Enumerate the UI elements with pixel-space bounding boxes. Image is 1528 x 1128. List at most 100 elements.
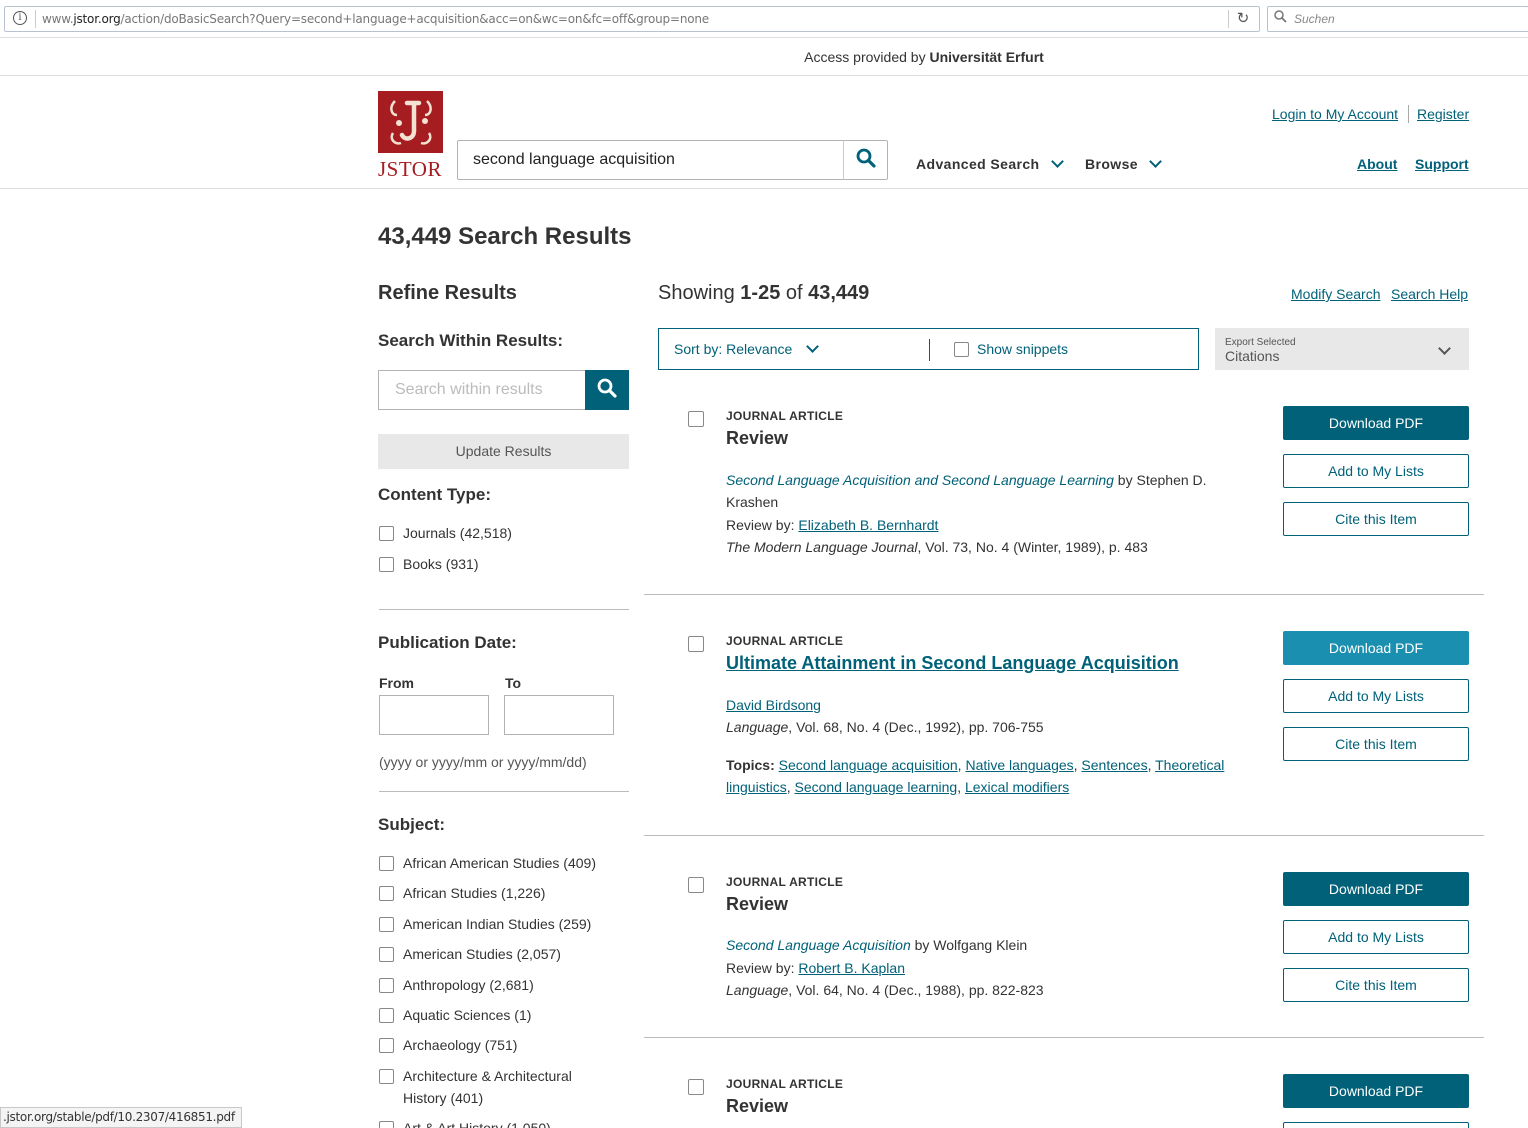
access-prefix: Access provided by <box>804 49 930 65</box>
checkbox[interactable] <box>379 1008 394 1023</box>
reviewer-link[interactable]: Robert B. Kaplan <box>798 960 905 976</box>
result-topics: Topics: Second language acquisition, Nat… <box>726 757 1225 795</box>
filter-journals[interactable]: Journals (42,518) <box>379 524 512 544</box>
checkbox[interactable] <box>379 1069 394 1084</box>
download-pdf-button[interactable]: Download PDF <box>1283 1074 1469 1108</box>
jstor-logo-text: JSTOR <box>378 157 442 181</box>
chevron-down-icon <box>1050 155 1064 168</box>
download-pdf-button[interactable]: Download PDF <box>1283 872 1469 906</box>
add-to-lists-button[interactable]: Add to My Lists <box>1283 920 1469 954</box>
within-search-input[interactable] <box>379 371 585 409</box>
filter-subject[interactable]: Anthropology (2,681) <box>379 976 534 996</box>
checkbox[interactable] <box>379 526 394 541</box>
download-pdf-button[interactable]: Download PDF <box>1283 406 1469 440</box>
nav-browse[interactable]: Browse <box>1085 155 1162 172</box>
result-type: JOURNAL ARTICLE <box>726 634 844 648</box>
result-citation: The Modern Language Journal, Vol. 73, No… <box>726 536 1236 558</box>
result-checkbox[interactable] <box>688 636 704 652</box>
support-link[interactable]: Support <box>1415 156 1469 172</box>
showing-summary: Showing 1-25 of 43,449 <box>658 282 869 305</box>
add-to-lists-button[interactable]: Add to My Lists <box>1283 679 1469 713</box>
show-snippets-toggle[interactable]: Show snippets <box>954 341 1068 357</box>
sort-dropdown[interactable]: Sort by: Relevance <box>674 340 820 357</box>
add-to-lists-button[interactable]: Add to My Lists <box>1283 454 1469 488</box>
cite-item-button[interactable]: Cite this Item <box>1283 727 1469 761</box>
checkbox[interactable] <box>379 886 394 901</box>
browser-search-field[interactable]: Suchen <box>1267 6 1528 32</box>
filter-subject[interactable]: American Studies (2,057) <box>379 945 561 965</box>
result-title: Review <box>726 894 789 914</box>
login-link[interactable]: Login to My Account <box>1272 106 1398 122</box>
modify-search-link[interactable]: Modify Search <box>1291 286 1380 302</box>
review-by-label: Review by: <box>726 960 799 976</box>
result-checkbox[interactable] <box>688 1079 704 1095</box>
checkbox[interactable] <box>379 557 394 572</box>
divider <box>644 835 1484 836</box>
reviewer-link[interactable]: Elizabeth B. Bernhardt <box>798 517 938 533</box>
result-title: Review <box>726 1096 789 1116</box>
divider <box>1228 10 1229 28</box>
result-title-link[interactable]: Ultimate Attainment in Second Language A… <box>726 653 1179 674</box>
nav-advanced-search[interactable]: Advanced Search <box>916 155 1064 172</box>
reviewed-title[interactable]: Second Language Acquisition and Second L… <box>726 472 1114 488</box>
reviewed-title[interactable]: Second Language Acquisition <box>726 937 911 953</box>
filter-subject[interactable]: Archaeology (751) <box>379 1036 517 1056</box>
topic-link[interactable]: Native languages <box>965 757 1073 773</box>
filter-subject[interactable]: Art & Art History (1,050) <box>379 1119 551 1128</box>
date-to-input[interactable] <box>504 695 614 735</box>
filter-label: American Studies (2,057) <box>403 946 561 962</box>
info-icon[interactable]: i <box>13 11 27 25</box>
showing-range: 1-25 <box>740 282 781 304</box>
jstor-logo-mark <box>378 91 443 153</box>
filter-subject[interactable]: Aquatic Sciences (1) <box>379 1006 531 1026</box>
result-checkbox[interactable] <box>688 411 704 427</box>
url-text[interactable]: www.jstor.org/action/doBasicSearch?Query… <box>42 12 709 26</box>
main-search-input[interactable] <box>458 141 844 179</box>
date-format-hint: (yyyy or yyyy/mm or yyyy/mm/dd) <box>379 754 587 770</box>
filter-subject[interactable]: American Indian Studies (259) <box>379 915 591 935</box>
export-dropdown[interactable]: Export Selected Citations <box>1215 328 1469 370</box>
search-icon <box>597 378 617 403</box>
update-results-button[interactable]: Update Results <box>378 434 629 469</box>
add-to-lists-button[interactable] <box>1283 1122 1469 1128</box>
author-link[interactable]: David Birdsong <box>726 697 821 713</box>
filter-label: Books (931) <box>403 556 479 572</box>
result-checkbox[interactable] <box>688 877 704 893</box>
topic-link[interactable]: Second language acquisition <box>779 757 958 773</box>
checkbox[interactable] <box>379 856 394 871</box>
divider <box>644 594 1484 595</box>
reload-icon[interactable]: ↻ <box>1233 9 1253 27</box>
main-search-button[interactable] <box>843 141 887 179</box>
topic-link[interactable]: Lexical modifiers <box>965 779 1069 795</box>
within-heading: Search Within Results: <box>378 331 563 350</box>
within-search-button[interactable] <box>585 370 629 410</box>
topic-link[interactable]: Sentences <box>1081 757 1147 773</box>
checkbox[interactable] <box>954 341 969 357</box>
filter-subject[interactable]: African American Studies (409) <box>379 854 596 874</box>
cite-item-button[interactable]: Cite this Item <box>1283 502 1469 536</box>
topic-link[interactable]: Second language learning <box>794 779 957 795</box>
address-bar[interactable]: i www.jstor.org/action/doBasicSearch?Que… <box>4 6 1260 32</box>
citation-details: , Vol. 68, No. 4 (Dec., 1992), pp. 706-7… <box>788 719 1044 735</box>
filter-books[interactable]: Books (931) <box>379 555 478 575</box>
search-help-link[interactable]: Search Help <box>1391 286 1468 302</box>
date-from-input[interactable] <box>379 695 489 735</box>
result-reviewed-work: Second Language Acquisition and Second L… <box>726 469 1236 513</box>
checkbox[interactable] <box>379 1038 394 1053</box>
within-search <box>378 370 629 410</box>
cite-item-button[interactable]: Cite this Item <box>1283 968 1469 1002</box>
filter-subject[interactable]: African Studies (1,226) <box>379 884 545 904</box>
sort-bar: Sort by: Relevance Show snippets <box>658 328 1199 370</box>
filter-subject[interactable]: Architecture & Architectural History (40… <box>379 1067 599 1109</box>
result-type: JOURNAL ARTICLE <box>726 875 844 889</box>
checkbox[interactable] <box>379 917 394 932</box>
register-link[interactable]: Register <box>1417 106 1469 122</box>
jstor-logo[interactable]: JSTOR <box>378 91 444 181</box>
checkbox[interactable] <box>379 978 394 993</box>
filter-label: Anthropology (2,681) <box>403 977 534 993</box>
checkbox[interactable] <box>379 1121 394 1128</box>
checkbox[interactable] <box>379 947 394 962</box>
about-link[interactable]: About <box>1357 156 1397 172</box>
download-pdf-button[interactable]: Download PDF <box>1283 631 1469 665</box>
search-icon <box>856 148 876 173</box>
